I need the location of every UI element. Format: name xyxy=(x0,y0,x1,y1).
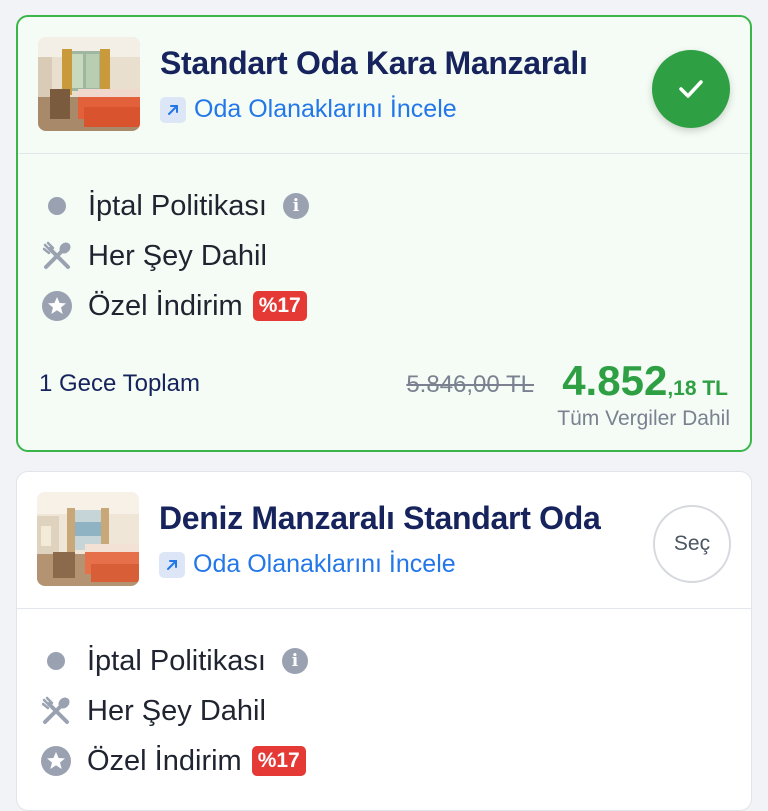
feature-discount: Özel İndirim %17 xyxy=(40,281,309,331)
divider xyxy=(18,153,750,154)
taxes-note: Tüm Vergiler Dahil xyxy=(557,407,730,430)
divider xyxy=(17,608,751,609)
feature-board: Her Şey Dahil xyxy=(39,686,308,736)
feature-label: Özel İndirim xyxy=(87,744,242,777)
room-details-link[interactable]: Oda Olanaklarını İncele xyxy=(160,95,457,124)
bullet-icon xyxy=(47,652,65,670)
feature-label: İptal Politikası xyxy=(88,189,267,222)
room-title: Deniz Manzaralı Standart Oda xyxy=(159,500,601,536)
external-link-icon xyxy=(159,551,185,578)
info-icon[interactable]: i xyxy=(281,648,308,674)
old-price: 5.846,00 TL xyxy=(406,371,534,398)
room-photo[interactable] xyxy=(37,492,139,586)
star-badge-icon xyxy=(40,289,74,323)
room-card-header: Standart Oda Kara Manzaralı Oda Olanakla… xyxy=(18,17,750,154)
price-section: 1 Gece Toplam 5.846,00 TL 4.852,18 TL Tü… xyxy=(18,357,750,437)
room-card[interactable]: Standart Oda Kara Manzaralı Oda Olanakla… xyxy=(16,15,752,452)
feature-cancel-policy: İptal Politikası i xyxy=(40,181,309,231)
room-photo[interactable] xyxy=(38,37,140,131)
discount-badge: %17 xyxy=(251,746,306,776)
new-price: 4.852,18 TL xyxy=(562,357,728,405)
room-details-link[interactable]: Oda Olanaklarını İncele xyxy=(159,550,456,579)
room-title: Standart Oda Kara Manzaralı xyxy=(160,45,588,81)
room-details-label: Oda Olanaklarını İncele xyxy=(194,95,457,123)
check-icon xyxy=(679,80,703,98)
feature-cancel-policy: İptal Politikası i xyxy=(39,636,308,686)
feature-board: Her Şey Dahil xyxy=(40,231,309,281)
room-details-label: Oda Olanaklarını İncele xyxy=(193,550,456,578)
new-price-integer: 4.852 xyxy=(562,357,668,404)
feature-label: Her Şey Dahil xyxy=(88,239,267,272)
star-badge-icon xyxy=(39,744,73,778)
feature-label: Özel İndirim xyxy=(88,289,243,322)
feature-label: Her Şey Dahil xyxy=(87,694,266,727)
room-card-header: Deniz Manzaralı Standart Oda Oda Olanakl… xyxy=(17,472,751,609)
feature-discount: Özel İndirim %17 xyxy=(39,736,308,786)
room-features: İptal Politikası i Her Şey Dahil Özel İn… xyxy=(39,636,308,786)
room-card[interactable]: Deniz Manzaralı Standart Oda Oda Olanakl… xyxy=(16,471,752,811)
discount-badge: %17 xyxy=(252,291,307,321)
room-select-button[interactable] xyxy=(652,50,730,128)
cutlery-icon xyxy=(40,239,74,273)
room-select-button[interactable]: Seç xyxy=(653,505,731,583)
new-price-decimal: ,18 TL xyxy=(667,377,728,400)
external-link-icon xyxy=(160,96,186,123)
bullet-icon xyxy=(48,197,66,215)
room-features: İptal Politikası i Her Şey Dahil Özel İn… xyxy=(40,181,309,331)
info-icon[interactable]: i xyxy=(282,193,309,219)
feature-label: İptal Politikası xyxy=(87,644,266,677)
cutlery-icon xyxy=(39,694,73,728)
nights-total-label: 1 Gece Toplam xyxy=(39,370,200,397)
